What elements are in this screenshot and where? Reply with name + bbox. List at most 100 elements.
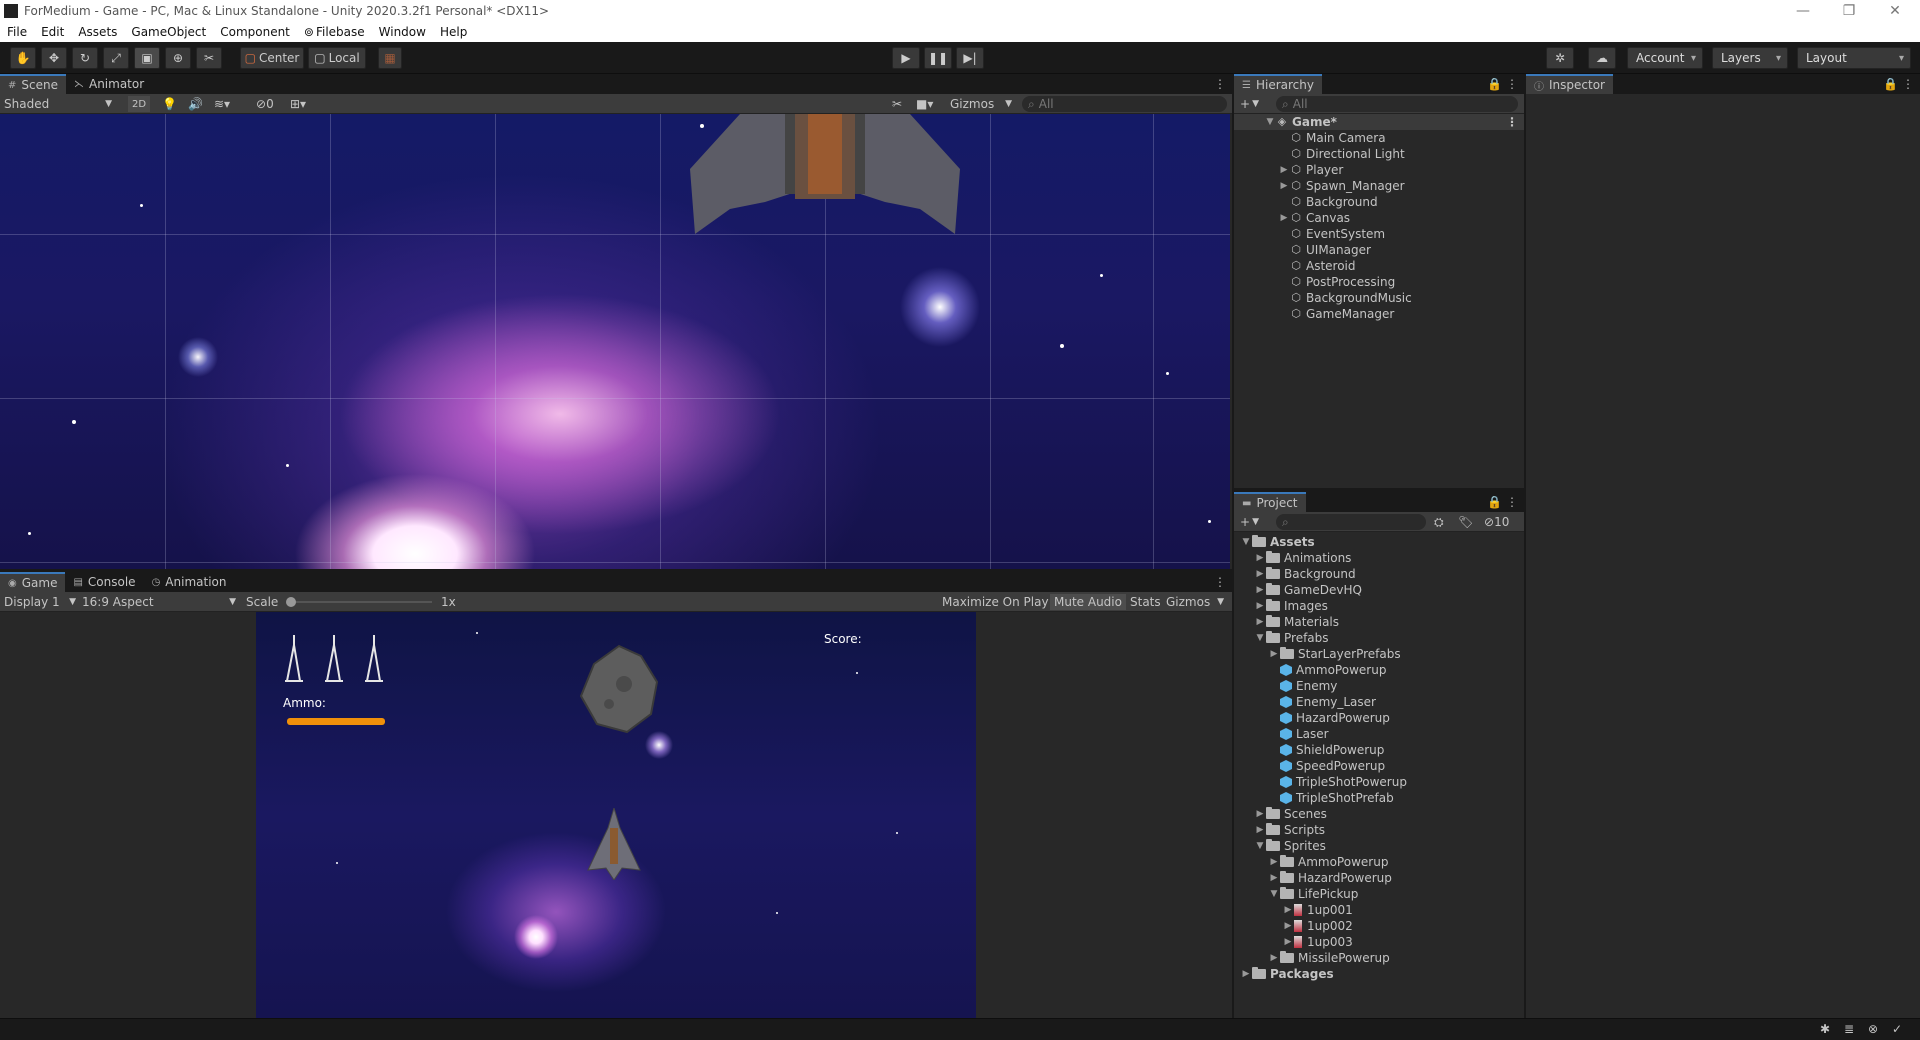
hierarchy-item[interactable]: ▶ ⬡ Spawn_Manager	[1234, 178, 1524, 194]
minimize-button[interactable]: —	[1780, 0, 1826, 22]
move-tool-button[interactable]: ✥	[41, 47, 67, 69]
cloud-button[interactable]: ☁	[1588, 47, 1616, 69]
scene-panel-menu-icon[interactable]: ⋮	[1214, 77, 1226, 91]
hierarchy-item[interactable]: ⬡ BackgroundMusic	[1234, 290, 1524, 306]
hierarchy-item[interactable]: ⬡ Directional Light	[1234, 146, 1524, 162]
project-item[interactable]: ▶ StarLayerPrefabs	[1234, 646, 1524, 662]
account-dropdown[interactable]: Account	[1627, 47, 1703, 69]
shading-mode-dropdown[interactable]: Shaded ▼	[4, 96, 116, 112]
chevron-down-icon[interactable]: ▼	[1268, 889, 1280, 899]
scene-root-row[interactable]: ▼ ◈ Game* ⋮	[1234, 114, 1524, 130]
hierarchy-item[interactable]: ⬡ PostProcessing	[1234, 274, 1524, 290]
chevron-down-icon[interactable]: ▼	[1240, 537, 1252, 547]
menu-assets[interactable]: Assets	[71, 25, 124, 39]
chevron-right-icon[interactable]: ▶	[1254, 553, 1266, 563]
audio-toggle-icon[interactable]: 🔊	[188, 96, 203, 112]
menu-window[interactable]: Window	[372, 25, 433, 39]
camera-icon[interactable]: ■▾	[916, 96, 933, 112]
chevron-right-icon[interactable]: ▶	[1278, 181, 1290, 191]
bug-icon[interactable]: ✱	[1820, 1022, 1830, 1036]
pivot-local-button[interactable]: ▢ Local	[308, 47, 366, 69]
hand-tool-button[interactable]: ✋	[10, 47, 36, 69]
lighting-toggle-icon[interactable]: 💡	[162, 96, 177, 112]
play-button[interactable]: ▶	[892, 47, 920, 69]
hierarchy-item[interactable]: ⬡ Asteroid	[1234, 258, 1524, 274]
hierarchy-menu-icon[interactable]: ⋮	[1506, 77, 1518, 91]
chevron-right-icon[interactable]: ▶	[1254, 585, 1266, 595]
chevron-right-icon[interactable]: ▶	[1282, 937, 1294, 947]
project-item[interactable]: ▶ Scenes	[1234, 806, 1524, 822]
tab-inspector[interactable]: ⓘ Inspector	[1526, 74, 1613, 94]
project-item[interactable]: Laser	[1234, 726, 1524, 742]
rect-tool-button[interactable]: ▣	[134, 47, 160, 69]
hierarchy-item[interactable]: ▶ ⬡ Canvas	[1234, 210, 1524, 226]
pause-button[interactable]: ❚❚	[924, 47, 952, 69]
game-gizmos-dropdown[interactable]: Gizmos ▼	[1162, 594, 1228, 610]
project-item[interactable]: ▶ 1up002	[1234, 918, 1524, 934]
chevron-right-icon[interactable]: ▶	[1254, 825, 1266, 835]
effects-toggle-icon[interactable]: ≋▾	[214, 96, 230, 112]
mute-audio-toggle[interactable]: Mute Audio	[1050, 594, 1126, 610]
database-icon[interactable]: ≣	[1844, 1022, 1854, 1036]
project-item[interactable]: ▶ 1up001	[1234, 902, 1524, 918]
project-item[interactable]: AmmoPowerup	[1234, 662, 1524, 678]
progress-check-icon[interactable]: ✓	[1892, 1022, 1902, 1036]
hierarchy-item[interactable]: ⬡ Main Camera	[1234, 130, 1524, 146]
hierarchy-item[interactable]: ⬡ GameManager	[1234, 306, 1524, 322]
tab-scene[interactable]: # Scene	[0, 74, 66, 94]
scene-menu-icon[interactable]: ⋮	[1506, 115, 1518, 129]
lock-icon[interactable]: 🔒	[1883, 77, 1898, 91]
chevron-down-icon[interactable]: ▼	[1254, 633, 1266, 643]
menu-filebase[interactable]: ⊚ Filebase	[297, 25, 372, 39]
filter-label-icon[interactable]: 🏷	[1458, 514, 1473, 530]
transform-tool-button[interactable]: ⊕	[165, 47, 191, 69]
lock-icon[interactable]: 🔒	[1487, 495, 1502, 509]
project-item[interactable]: ▼ LifePickup	[1234, 886, 1524, 902]
layout-dropdown[interactable]: Layout	[1797, 47, 1911, 69]
chevron-right-icon[interactable]: ▶	[1282, 921, 1294, 931]
project-item[interactable]: ▼ Sprites	[1234, 838, 1524, 854]
chevron-right-icon[interactable]: ▶	[1268, 857, 1280, 867]
project-item[interactable]: HazardPowerup	[1234, 710, 1524, 726]
tab-project[interactable]: ▬ Project	[1234, 492, 1306, 512]
project-menu-icon[interactable]: ⋮	[1506, 495, 1518, 509]
project-item[interactable]: SpeedPowerup	[1234, 758, 1524, 774]
maximize-on-play-toggle[interactable]: Maximize On Play	[938, 594, 1053, 610]
hidden-packages-toggle[interactable]: ⊘ 10	[1484, 514, 1509, 530]
project-item[interactable]: ▶ Background	[1234, 566, 1524, 582]
menu-file[interactable]: File	[0, 25, 34, 39]
game-panel-menu-icon[interactable]: ⋮	[1214, 575, 1226, 589]
game-viewport[interactable]: Ammo: Score:	[256, 612, 976, 1018]
chevron-right-icon[interactable]: ▶	[1282, 905, 1294, 915]
pivot-center-button[interactable]: ▢ Center	[240, 47, 304, 69]
player-ship-sprite[interactable]	[690, 114, 960, 239]
project-item[interactable]: TripleShotPowerup	[1234, 774, 1524, 790]
maximize-button[interactable]: ❐	[1826, 0, 1872, 22]
scene-search-input[interactable]: ⌕ All	[1022, 96, 1227, 112]
hierarchy-item[interactable]: ⬡ EventSystem	[1234, 226, 1524, 242]
mode-2d-toggle[interactable]: 2D	[128, 96, 150, 112]
chevron-right-icon[interactable]: ▶	[1254, 569, 1266, 579]
project-item[interactable]: ▶ MissilePowerup	[1234, 950, 1524, 966]
project-item[interactable]: ▶ Images	[1234, 598, 1524, 614]
menu-gameobject[interactable]: GameObject	[124, 25, 213, 39]
scene-viewport[interactable]	[0, 114, 1230, 569]
tab-hierarchy[interactable]: ☰ Hierarchy	[1234, 74, 1322, 94]
step-button[interactable]: ▶|	[956, 47, 984, 69]
chevron-right-icon[interactable]: ▶	[1254, 809, 1266, 819]
custom-tool-button[interactable]: ✂	[196, 47, 222, 69]
project-search-input[interactable]: ⌕	[1276, 514, 1426, 530]
project-item[interactable]: ▶ AmmoPowerup	[1234, 854, 1524, 870]
scale-tool-button[interactable]: ⤢	[103, 47, 129, 69]
tools-icon[interactable]: ✂	[892, 96, 902, 112]
scene-gizmos-dropdown[interactable]: Gizmos ▼	[950, 96, 1014, 112]
project-item[interactable]: Enemy_Laser	[1234, 694, 1524, 710]
lock-icon[interactable]: 🔒	[1487, 77, 1502, 91]
project-item[interactable]: ▶ Scripts	[1234, 822, 1524, 838]
hierarchy-item[interactable]: ⬡ Background	[1234, 194, 1524, 210]
menu-component[interactable]: Component	[213, 25, 297, 39]
project-item[interactable]: ▶ Materials	[1234, 614, 1524, 630]
project-item[interactable]: ▶ HazardPowerup	[1234, 870, 1524, 886]
grid-snap-button[interactable]: ▦	[378, 47, 402, 69]
project-item[interactable]: ▶ GameDevHQ	[1234, 582, 1524, 598]
